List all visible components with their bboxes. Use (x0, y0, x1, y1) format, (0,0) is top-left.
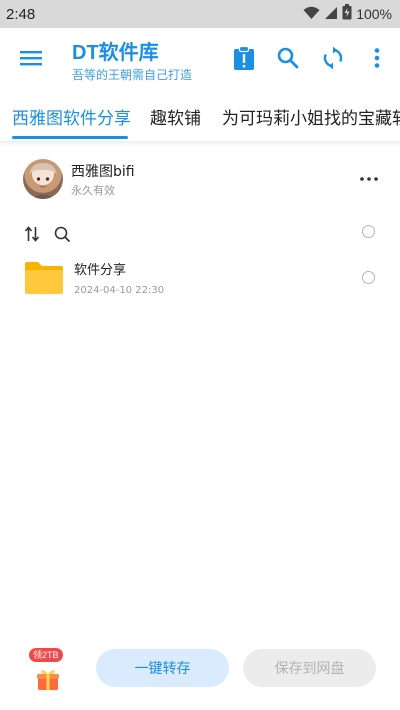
avatar[interactable] (23, 159, 63, 199)
battery-icon (342, 4, 352, 24)
tab-qu-ruan-pu[interactable]: 趣软铺 (150, 104, 201, 129)
tab-indicator (12, 136, 128, 139)
file-select-radio[interactable] (362, 271, 375, 284)
file-list-item[interactable]: 软件分享 2024-04-10 22:30 (0, 252, 400, 308)
list-toolbar (0, 222, 400, 246)
status-icons: 100% (303, 4, 392, 24)
one-click-save-button[interactable]: 一键转存 (96, 649, 229, 687)
refresh-icon[interactable] (319, 44, 347, 72)
owner-name: 西雅图bifi (71, 164, 135, 180)
gift-promo[interactable]: 领2TB (26, 648, 70, 702)
share-owner-row: 西雅图bifi 永久有效 (0, 152, 400, 208)
sort-icon[interactable] (23, 225, 41, 243)
app-bar: DT软件库 吾等的王朝需自己打造 (0, 28, 400, 90)
folder-icon (24, 260, 64, 296)
app-subtitle: 吾等的王朝需自己打造 (72, 68, 193, 82)
more-vert-icon[interactable] (363, 44, 391, 72)
menu-icon[interactable] (18, 46, 44, 70)
status-bar: 2:48 100% (0, 0, 400, 28)
battery-percent: 100% (356, 6, 392, 22)
search-icon[interactable] (274, 44, 302, 72)
tab-seattle-software[interactable]: 西雅图软件分享 (12, 104, 131, 129)
more-horiz-icon[interactable] (356, 170, 382, 188)
file-date: 2024-04-10 22:30 (74, 285, 165, 296)
signal-icon (324, 5, 338, 24)
wifi-icon (303, 5, 320, 24)
search-files-icon[interactable] (53, 225, 71, 243)
share-expiry: 永久有效 (71, 184, 115, 197)
status-time: 2:48 (6, 5, 36, 23)
select-all-radio[interactable] (362, 225, 375, 238)
app-title: DT软件库 (72, 42, 159, 64)
save-to-disk-button[interactable]: 保存到网盘 (243, 649, 376, 687)
bottom-action-bar: 领2TB 一键转存 保存到网盘 (0, 636, 400, 710)
clipboard-alert-icon[interactable] (230, 44, 258, 72)
file-name: 软件分享 (74, 263, 127, 278)
tab-bar: 西雅图软件分享 趣软铺 为可玛莉小姐找的宝藏软 (0, 92, 400, 142)
gift-badge: 领2TB (29, 648, 63, 662)
gift-icon (36, 668, 60, 696)
tab-treasure-software[interactable]: 为可玛莉小姐找的宝藏软 (222, 104, 400, 129)
